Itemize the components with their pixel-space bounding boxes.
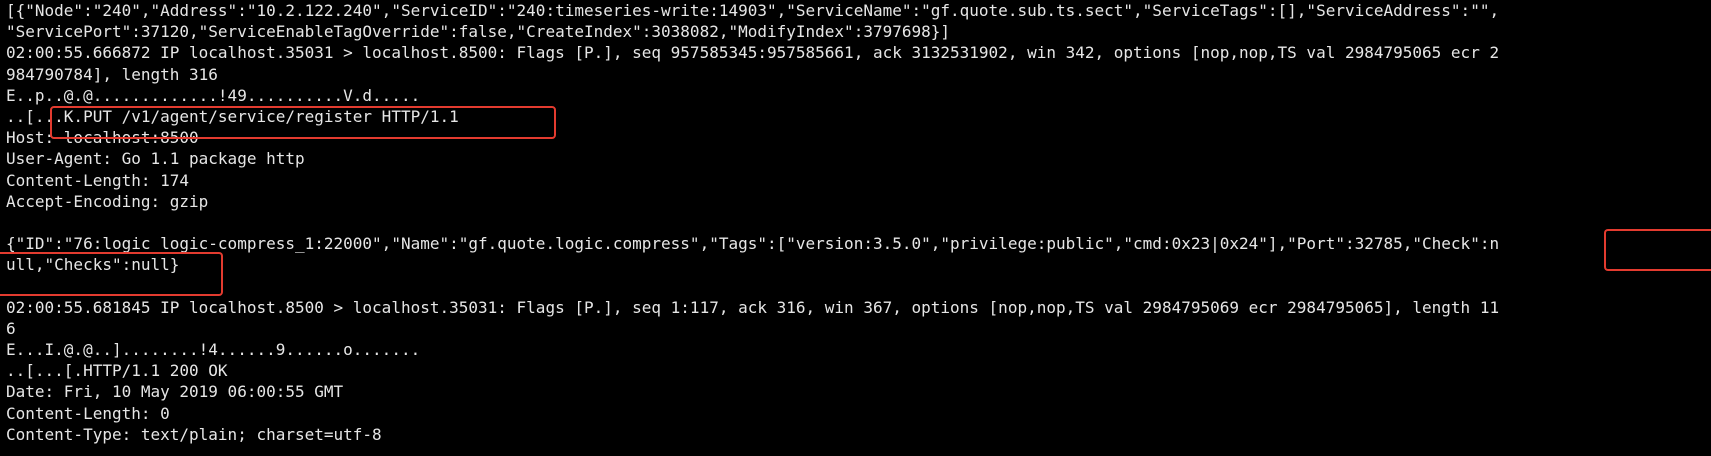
- terminal-line: "ServicePort":37120,"ServiceEnableTagOve…: [6, 22, 951, 42]
- terminal-line: {"ID":"76:logic_logic-compress_1:22000",…: [6, 234, 1500, 254]
- terminal-line: 6: [6, 318, 16, 338]
- terminal-line: 02:00:55.666872 IP localhost.35031 > loc…: [6, 43, 1500, 63]
- terminal-window[interactable]: [{"Node":"240","Address":"10.2.122.240",…: [0, 0, 1711, 456]
- terminal-line: Content-Length: 174: [6, 170, 190, 190]
- terminal-line: ..[...[.HTTP/1.1 200 OK: [6, 361, 228, 381]
- terminal-line: Date: Fri, 10 May 2019 06:00:55 GMT: [6, 382, 344, 402]
- terminal-line: E...I.@.@..]........!4......9......o....…: [6, 340, 421, 359]
- terminal-line: Content-Length: 0: [6, 403, 170, 423]
- terminal-line: ull,"Checks":null}: [6, 255, 180, 275]
- terminal-line: 02:00:55.681845 IP localhost.8500 > loca…: [6, 297, 1500, 317]
- terminal-line: Accept-Encoding: gzip: [6, 191, 209, 211]
- terminal-line: [{"Node":"240","Address":"10.2.122.240",…: [6, 1, 1500, 20]
- terminal-line: 984790784], length 316: [6, 64, 218, 84]
- terminal-line: Content-Type: text/plain; charset=utf-8: [6, 424, 382, 444]
- terminal-output: [{"Node":"240","Address":"10.2.122.240",…: [6, 0, 1711, 445]
- terminal-line: E..p..@.@.............!49..........V.d..…: [6, 85, 421, 105]
- terminal-line: User-Agent: Go 1.1 package http: [6, 149, 305, 169]
- terminal-line: Host: localhost:8500: [6, 128, 199, 148]
- terminal-line: ..[...K.PUT /v1/agent/service/register H…: [6, 106, 459, 126]
